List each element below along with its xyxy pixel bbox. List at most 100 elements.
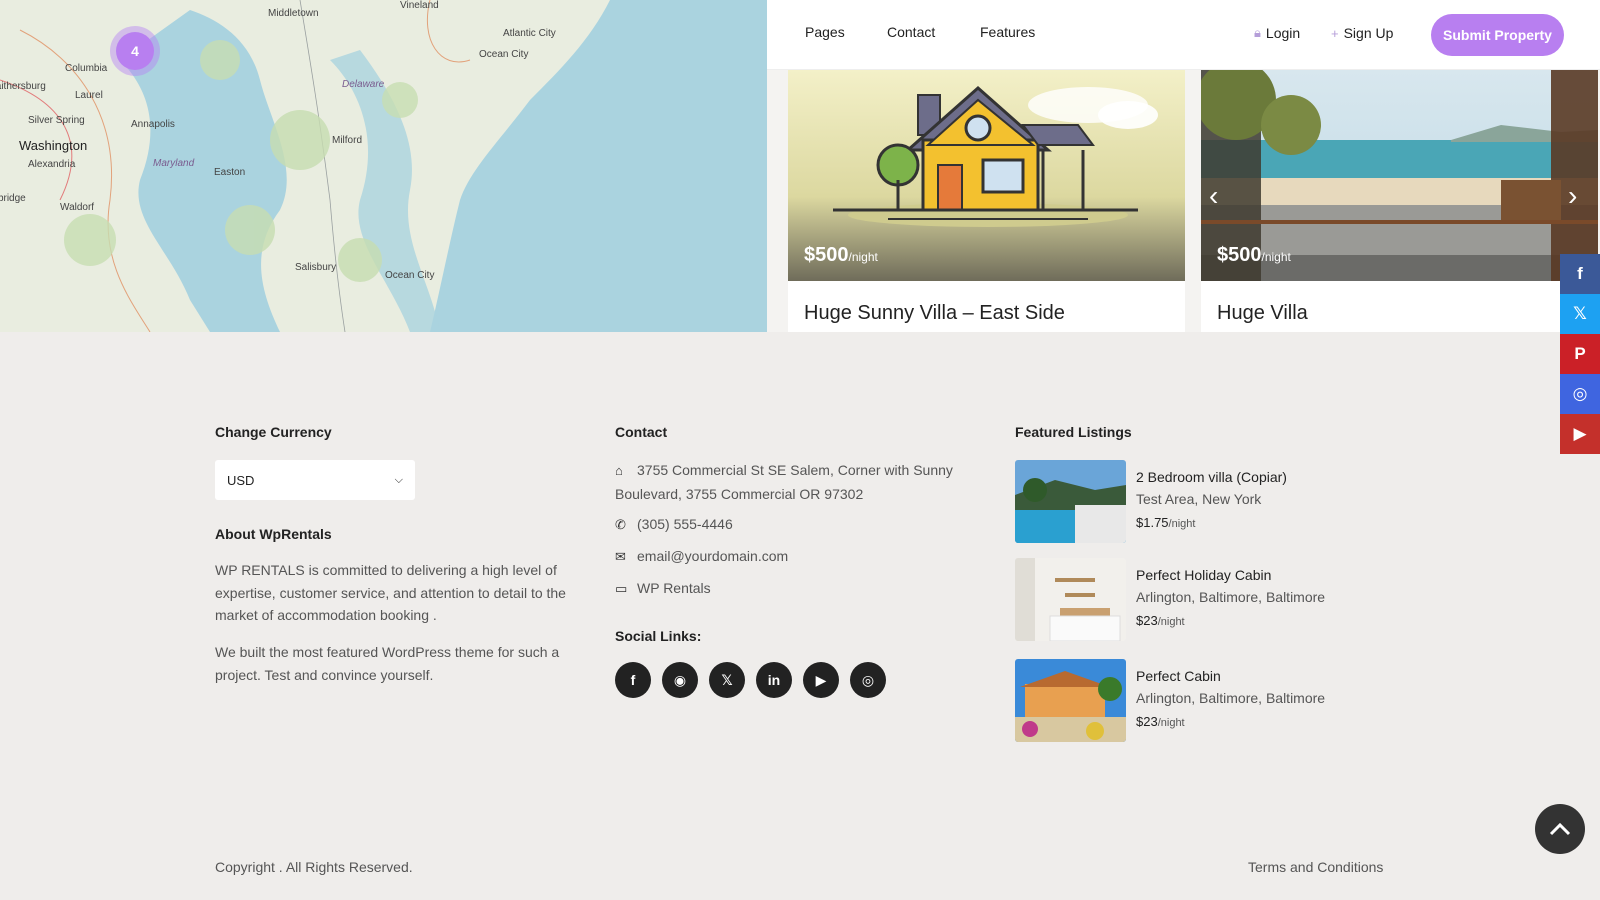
- login-link[interactable]: 🔒︎ Login: [1254, 25, 1300, 41]
- bedroom-photo: [1015, 558, 1126, 641]
- top-header: Pages Contact Features 🔒︎ Login + Sign U…: [767, 0, 1600, 70]
- price-unit: /night: [848, 250, 878, 264]
- signup-link[interactable]: + Sign Up: [1331, 25, 1393, 41]
- featured-listing-title[interactable]: 2 Bedroom villa (Copiar): [1136, 469, 1287, 485]
- map-label: Laurel: [75, 90, 103, 101]
- featured-listing-title[interactable]: Perfect Holiday Cabin: [1136, 567, 1271, 583]
- plus-icon: +: [1331, 25, 1339, 41]
- about-paragraph: WP RENTALS is committed to delivering a …: [215, 562, 566, 623]
- carousel-next-arrow[interactable]: ›: [1568, 180, 1577, 212]
- x-icon[interactable]: 𝕏: [709, 662, 745, 698]
- instagram-icon[interactable]: ◎: [1560, 374, 1600, 414]
- price-unit: /night: [1261, 250, 1291, 264]
- map-label: Woodbridge: [0, 193, 26, 204]
- submit-property-button[interactable]: Submit Property: [1431, 14, 1564, 56]
- contact-email[interactable]: ✉ email@yourdomain.com: [615, 545, 965, 569]
- carousel-prev-arrow[interactable]: ‹: [1209, 180, 1218, 212]
- about-title: About WpRentals: [215, 526, 332, 542]
- map-label: Ocean City: [385, 270, 435, 281]
- featured-title: Featured Listings: [1015, 424, 1132, 440]
- map-label: Middletown: [268, 8, 319, 19]
- price-value: $23: [1136, 714, 1158, 729]
- featured-listing-location: Arlington, Baltimore, Baltimore: [1136, 589, 1326, 605]
- pinterest-icon[interactable]: P: [1560, 334, 1600, 374]
- contact-title: Contact: [615, 424, 668, 440]
- terms-link[interactable]: Terms and Conditions: [1248, 859, 1383, 875]
- map-label: Ocean City: [479, 49, 529, 60]
- map-label: Washington: [19, 138, 88, 153]
- map-label: Delaware: [342, 79, 385, 90]
- envelope-icon: ✉: [615, 549, 626, 564]
- featured-listing-price: $23/night: [1136, 714, 1185, 729]
- facebook-icon[interactable]: f: [1560, 254, 1600, 294]
- property-map[interactable]: Middletown Vineland Atlantic City Ocean …: [0, 0, 767, 332]
- phone-text: (305) 555-4446: [637, 516, 733, 532]
- back-to-top-button[interactable]: [1535, 804, 1585, 854]
- facebook-icon[interactable]: f: [615, 662, 651, 698]
- website-text: WP Rentals: [637, 580, 711, 596]
- listing-card[interactable]: ‹ › $500/night Huge Villa: [1201, 70, 1598, 332]
- map-cluster-marker[interactable]: 4: [110, 26, 160, 76]
- login-label: Login: [1265, 25, 1301, 41]
- map-label: Alexandria: [28, 159, 76, 170]
- currency-select[interactable]: USD ⌵: [215, 460, 415, 500]
- featured-thumbnail[interactable]: [1015, 558, 1126, 641]
- map-label: Salisbury: [295, 262, 337, 273]
- map-label: Gaithersburg: [0, 81, 46, 92]
- desktop-icon: ▭: [615, 581, 628, 596]
- lock-icon: 🔒︎: [1254, 25, 1261, 40]
- signup-label: Sign Up: [1343, 25, 1394, 41]
- chevron-up-icon: [1549, 822, 1571, 836]
- cluster-count: 4: [116, 32, 154, 70]
- listing-price: $500/night: [804, 244, 878, 267]
- featured-listing-price: $1.75/night: [1136, 515, 1195, 530]
- featured-listing-location: Arlington, Baltimore, Baltimore: [1136, 690, 1326, 706]
- listing-title[interactable]: Huge Sunny Villa – East Side: [804, 302, 1065, 325]
- instagram-icon[interactable]: ◎: [850, 662, 886, 698]
- listing-card[interactable]: $500/night Huge Sunny Villa – East Side: [788, 70, 1185, 332]
- nav-pages[interactable]: Pages: [805, 24, 845, 40]
- home-icon: ⌂: [615, 463, 623, 478]
- featured-listing-location: Test Area, New York: [1136, 491, 1262, 507]
- email-text: email@yourdomain.com: [637, 548, 789, 564]
- map-label: Maryland: [153, 158, 195, 169]
- map-label: Columbia: [65, 63, 108, 74]
- villa-garden-photo: [1015, 659, 1126, 742]
- map-label: Annapolis: [131, 119, 175, 130]
- featured-thumbnail[interactable]: [1015, 460, 1126, 543]
- map-label: Easton: [214, 167, 246, 178]
- contact-address: ⌂ 3755 Commercial St SE Salem, Corner wit…: [615, 459, 965, 505]
- nav-features[interactable]: Features: [980, 24, 1035, 40]
- featured-listing-title[interactable]: Perfect Cabin: [1136, 668, 1221, 684]
- listing-price: $500/night: [1217, 244, 1291, 267]
- map-label: Vineland: [400, 0, 439, 11]
- price-unit: /night: [1157, 717, 1185, 729]
- x-icon[interactable]: 𝕏: [1560, 294, 1600, 334]
- address-text: 3755 Commercial St SE Salem, Corner with…: [615, 462, 953, 502]
- nav-contact[interactable]: Contact: [887, 24, 935, 40]
- currency-title: Change Currency: [215, 424, 332, 440]
- map-label: Atlantic City: [503, 28, 556, 39]
- rss-icon[interactable]: ◉: [662, 662, 698, 698]
- contact-phone[interactable]: ✆ (305) 555-4446: [615, 513, 965, 537]
- pool-photo: [1015, 460, 1126, 543]
- price-value: $23: [1136, 613, 1158, 628]
- social-share-sidebar: f 𝕏 P ◎ ▶: [1560, 254, 1600, 454]
- contact-website[interactable]: ▭ WP Rentals: [615, 577, 965, 601]
- price-unit: /night: [1157, 616, 1185, 628]
- youtube-icon[interactable]: ▶: [803, 662, 839, 698]
- youtube-icon[interactable]: ▶: [1560, 414, 1600, 454]
- linkedin-icon[interactable]: in: [756, 662, 792, 698]
- social-title: Social Links:: [615, 628, 702, 644]
- price-unit: /night: [1168, 518, 1196, 530]
- listing-carousel: $500/night Huge Sunny Villa – East Side: [767, 70, 1600, 332]
- map-label: Silver Spring: [28, 115, 85, 126]
- price-value: $500: [804, 244, 849, 266]
- currency-value: USD: [227, 472, 255, 488]
- price-value: $1.75: [1136, 515, 1169, 530]
- listing-title[interactable]: Huge Villa: [1217, 302, 1308, 325]
- featured-thumbnail[interactable]: [1015, 659, 1126, 742]
- featured-listing-price: $23/night: [1136, 613, 1185, 628]
- social-links: f ◉ 𝕏 in ▶ ◎: [615, 662, 886, 698]
- price-value: $500: [1217, 244, 1262, 266]
